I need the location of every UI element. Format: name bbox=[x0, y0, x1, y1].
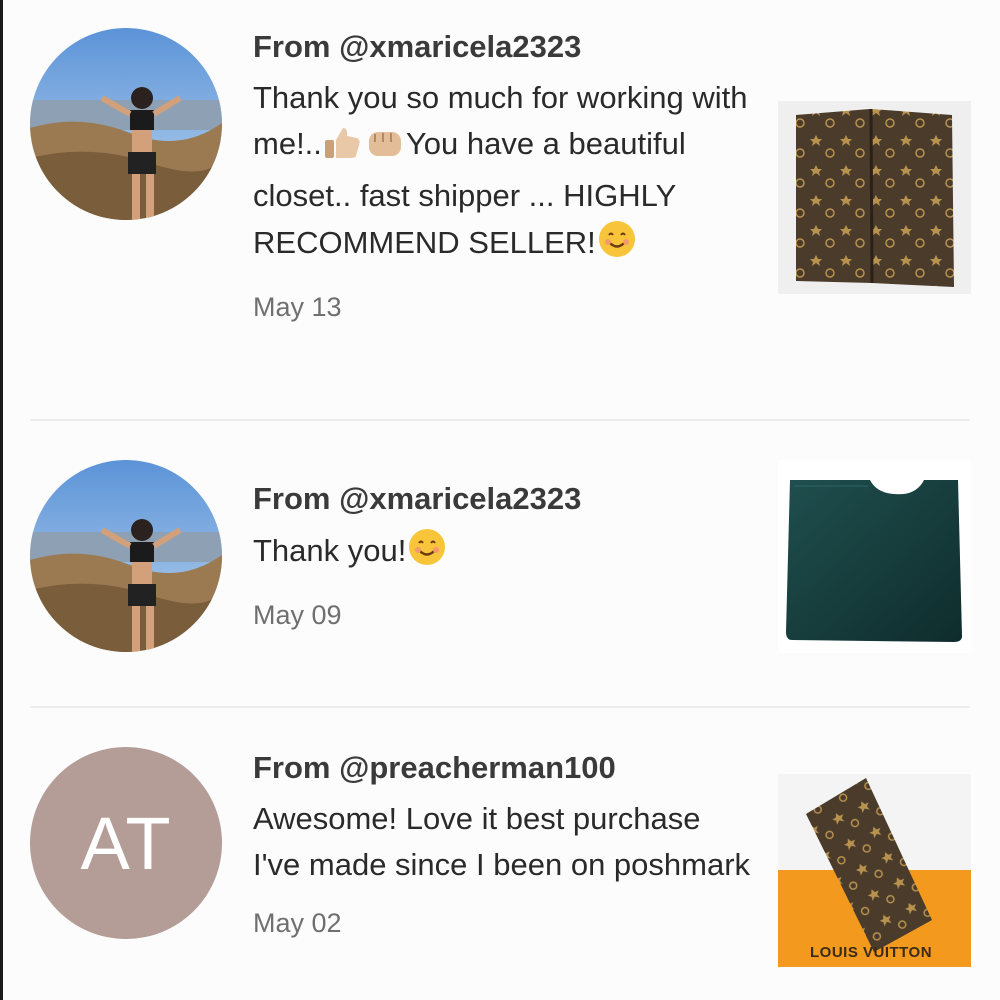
left-edge bbox=[0, 0, 3, 1000]
divider bbox=[30, 706, 970, 708]
user-avatar[interactable] bbox=[30, 28, 222, 220]
feedback-date: May 09 bbox=[253, 600, 342, 630]
smiley-icon bbox=[597, 219, 637, 272]
fist-bump-icon bbox=[365, 126, 405, 173]
item-thumbnail[interactable] bbox=[778, 101, 971, 294]
feedback-message: Awesome! Love it best purchase I've made… bbox=[253, 801, 751, 882]
feedback-date: May 02 bbox=[253, 908, 342, 938]
user-avatar[interactable]: AT bbox=[30, 747, 222, 939]
user-avatar[interactable] bbox=[30, 460, 222, 652]
reviewer-handle[interactable]: From @preacherman100 bbox=[253, 750, 753, 786]
thumbs-up-icon bbox=[323, 126, 363, 173]
feedback-message: Thank you so much for working with me!..… bbox=[253, 75, 753, 272]
monogram-checkbook-image bbox=[778, 778, 971, 967]
feedback-date: May 13 bbox=[253, 292, 342, 322]
avatar-photo bbox=[30, 28, 222, 220]
item-thumbnail[interactable] bbox=[778, 460, 971, 653]
reviewer-handle[interactable]: From @xmaricela2323 bbox=[253, 29, 753, 65]
smiley-icon bbox=[407, 527, 447, 580]
monogram-wallet-image bbox=[796, 108, 954, 287]
divider bbox=[30, 419, 970, 421]
leather-sleeve-image bbox=[786, 480, 962, 642]
avatar-photo bbox=[30, 460, 222, 652]
feedback-message: Thank you! bbox=[253, 527, 753, 580]
item-thumbnail[interactable]: LOUIS VUITTON bbox=[778, 774, 971, 967]
reviewer-handle[interactable]: From @xmaricela2323 bbox=[253, 481, 753, 517]
brand-box-text: LOUIS VUITTON bbox=[810, 944, 933, 961]
